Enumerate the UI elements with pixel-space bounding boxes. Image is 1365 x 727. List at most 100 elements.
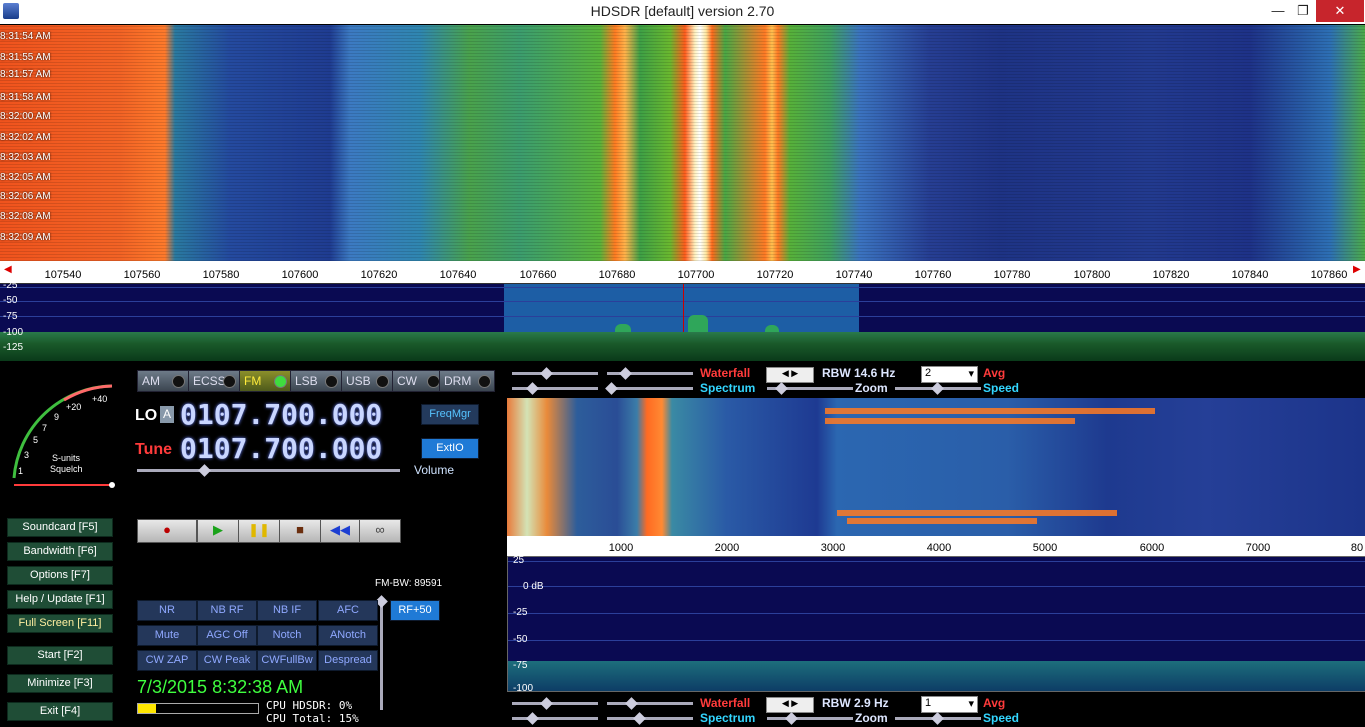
slider-thumb[interactable] xyxy=(633,712,646,725)
mode-led-icon xyxy=(325,375,338,388)
lo-frequency[interactable]: 0107.700.000 xyxy=(180,398,382,431)
rbw-value: RBW 14.6 Hz xyxy=(822,366,896,380)
afc-button[interactable]: AFC xyxy=(318,600,378,621)
slider-thumb[interactable] xyxy=(785,712,798,725)
audio-avg-select[interactable]: 1 xyxy=(921,696,978,713)
audio-waterfall[interactable] xyxy=(507,398,1365,536)
volume-thumb[interactable] xyxy=(198,464,211,477)
notch-button[interactable]: Notch xyxy=(257,625,317,646)
slider-thumb[interactable] xyxy=(931,712,944,725)
start-button[interactable]: Start [F2] xyxy=(7,646,113,665)
stop-icon: ■ xyxy=(296,522,304,537)
slider-thumb[interactable] xyxy=(605,382,618,395)
record-button[interactable]: ● xyxy=(137,519,197,543)
audio-speed-slider[interactable] xyxy=(895,712,981,725)
audio-tick: 4000 xyxy=(926,542,952,554)
main-waterfall[interactable]: 8:31:54 AM 8:31:55 AM 8:31:57 AM 8:31:58… xyxy=(0,25,1365,261)
slider-thumb[interactable] xyxy=(526,382,539,395)
fm-bandwidth-slider[interactable] xyxy=(375,595,388,710)
record-icon: ● xyxy=(163,522,171,537)
speed-slider[interactable] xyxy=(895,382,981,395)
avg-select[interactable]: 2 xyxy=(921,366,978,383)
cw-peak-button[interactable]: CW Peak xyxy=(197,650,257,671)
agc-off-button[interactable]: AGC Off xyxy=(197,625,257,646)
cpu-hdsdr: CPU HDSDR: 0% xyxy=(266,699,353,712)
mode-cw-button[interactable]: CW xyxy=(392,370,444,392)
audio-spectrum-contrast-slider[interactable] xyxy=(512,712,598,725)
slider-thumb[interactable] xyxy=(931,382,944,395)
mode-label: AM xyxy=(142,374,160,388)
speed-label: Speed xyxy=(983,381,1020,395)
tune-marker[interactable] xyxy=(683,284,684,332)
despread-button[interactable]: Despread xyxy=(318,650,378,671)
spectrum-trace xyxy=(0,332,1365,361)
full-screen-button[interactable]: Full Screen [F11] xyxy=(7,614,113,633)
cw-zap-button[interactable]: CW ZAP xyxy=(137,650,197,671)
audio-streak xyxy=(837,510,1117,516)
mode-am-button[interactable]: AM xyxy=(137,370,189,392)
mode-ecss-button[interactable]: ECSS xyxy=(188,370,240,392)
zoom-slider[interactable] xyxy=(767,382,853,395)
help-update-button[interactable]: Help / Update [F1] xyxy=(7,590,113,609)
stop-button[interactable]: ■ xyxy=(279,519,321,543)
slider-thumb[interactable] xyxy=(540,697,553,710)
options-button[interactable]: Options [F7] xyxy=(7,566,113,585)
spectrum-contrast-slider[interactable] xyxy=(512,382,598,395)
slider-thumb[interactable] xyxy=(526,712,539,725)
slider-thumb[interactable] xyxy=(625,697,638,710)
spectrum-brightness-slider[interactable] xyxy=(605,382,693,395)
slider-thumb[interactable] xyxy=(540,367,553,380)
play-button[interactable]: ▶ xyxy=(197,519,239,543)
mode-lsb-button[interactable]: LSB xyxy=(290,370,342,392)
nb-rf-button[interactable]: NB RF xyxy=(197,600,257,621)
freqmgr-button[interactable]: FreqMgr xyxy=(421,404,479,425)
slider-thumb[interactable] xyxy=(775,382,788,395)
freq-tick: 107840 xyxy=(1231,269,1269,281)
mode-led-icon xyxy=(223,375,236,388)
mode-usb-button[interactable]: USB xyxy=(341,370,393,392)
audio-spectrum-brightness-slider[interactable] xyxy=(607,712,693,725)
extio-button[interactable]: ExtIO xyxy=(421,438,479,459)
slider-thumb[interactable] xyxy=(619,367,632,380)
mode-drm-button[interactable]: DRM xyxy=(439,370,495,392)
loop-button[interactable]: ∞ xyxy=(359,519,401,543)
s-meter[interactable]: +40 +20 9 7 5 3 1 S-units Squelch xyxy=(8,378,120,488)
db-label: 0 dB xyxy=(523,581,544,592)
waterfall-brightness-slider[interactable] xyxy=(607,367,693,380)
bandwidth-button[interactable]: Bandwidth [F6] xyxy=(7,542,113,561)
mute-button[interactable]: Mute xyxy=(137,625,197,646)
mode-label: DRM xyxy=(444,374,472,388)
waterfall-texture xyxy=(0,25,1365,261)
audio-frequency-scale[interactable]: 1000 2000 3000 4000 5000 6000 7000 80 xyxy=(507,536,1365,556)
audio-zoom-slider[interactable] xyxy=(767,712,853,725)
lo-a-button[interactable]: A xyxy=(160,406,174,423)
freq-tick: 107680 xyxy=(598,269,636,281)
minimize-button[interactable]: Minimize [F3] xyxy=(7,674,113,693)
cw-fullbw-button[interactable]: CWFullBw xyxy=(257,650,317,671)
close-window-button[interactable]: ✕ xyxy=(1316,0,1364,22)
nr-button[interactable]: NR xyxy=(137,600,197,621)
frequency-scale[interactable]: ◀ 107540 107560 107580 107600 107620 107… xyxy=(0,261,1365,283)
pause-button[interactable]: ❚❚ xyxy=(238,519,280,543)
scroll-right-icon[interactable]: ▶ xyxy=(1353,264,1361,275)
rf-spectrum[interactable]: -25 -50 -75 -100 -125 xyxy=(0,280,1365,361)
audio-spectrum[interactable]: 25 0 dB -25 -50 -75 -100 xyxy=(507,555,1365,694)
soundcard-button[interactable]: Soundcard [F5] xyxy=(7,518,113,537)
audio-waterfall-brightness-slider[interactable] xyxy=(607,697,693,710)
rbw-spinner[interactable]: ◀ ▶ xyxy=(766,367,814,383)
tune-frequency[interactable]: 0107.700.000 xyxy=(180,432,382,465)
rewind-button[interactable]: ◀◀ xyxy=(320,519,360,543)
cpu-load-fill xyxy=(138,704,156,713)
nb-if-button[interactable]: NB IF xyxy=(257,600,317,621)
mode-fm-button[interactable]: FM xyxy=(239,370,291,392)
scroll-left-icon[interactable]: ◀ xyxy=(4,264,12,275)
waterfall-time: 8:31:57 AM xyxy=(0,69,51,80)
anotch-button[interactable]: ANotch xyxy=(318,625,378,646)
audio-waterfall-contrast-slider[interactable] xyxy=(512,697,598,710)
waterfall-contrast-slider[interactable] xyxy=(512,367,598,380)
rf-gain-button[interactable]: RF+50 xyxy=(390,600,440,621)
audio-rbw-spinner[interactable]: ◀ ▶ xyxy=(766,697,814,713)
exit-button[interactable]: Exit [F4] xyxy=(7,702,113,721)
volume-slider[interactable] xyxy=(137,464,400,477)
db-label: -100 xyxy=(513,683,534,694)
